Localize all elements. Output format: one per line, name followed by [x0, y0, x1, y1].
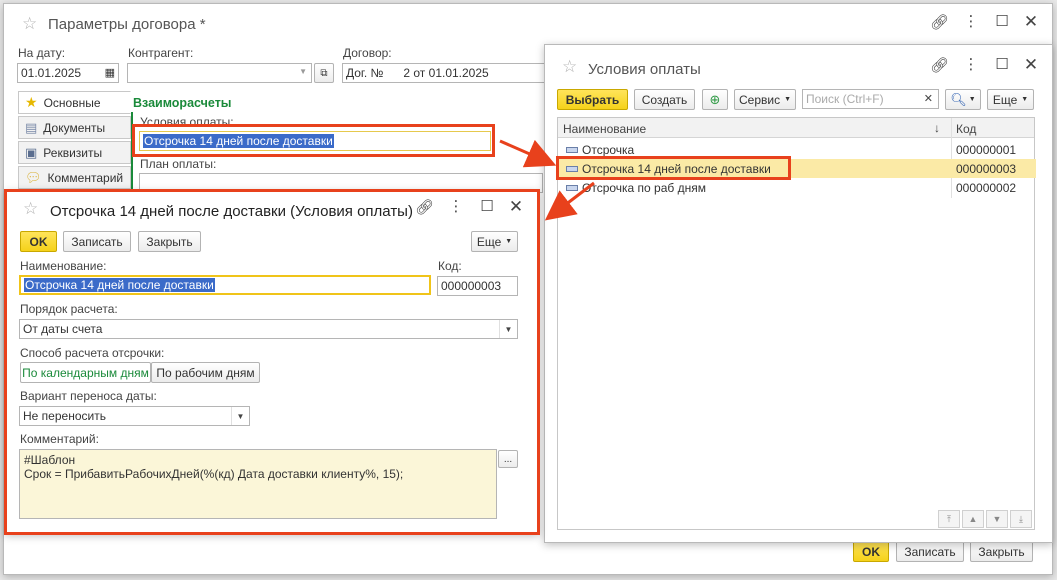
arrow-to-item — [544, 181, 595, 221]
annotation-arrows — [499, 139, 595, 221]
arrow-to-list — [499, 139, 557, 168]
